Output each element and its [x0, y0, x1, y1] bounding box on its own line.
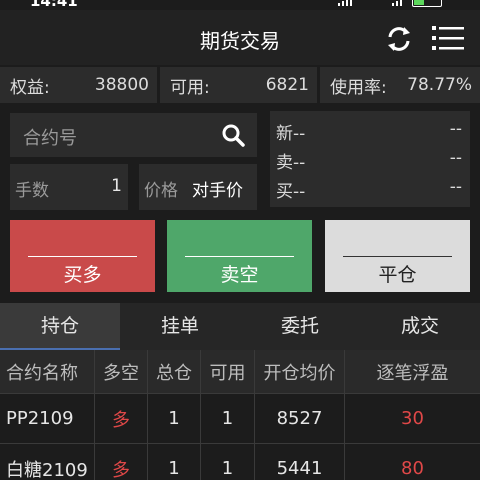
direction: 多 [95, 444, 148, 480]
price-field[interactable]: 价格 对手价 [139, 164, 257, 210]
usage-value: 78.77% [407, 75, 472, 95]
positions-table: 合约名称 多空 总仓 可用 开仓均价 逐笔浮盈 PP2109 多 1 1 852… [0, 350, 480, 480]
sell-short-label: 卖空 [220, 264, 259, 286]
quote-label: 卖-- [276, 153, 306, 173]
tab-bar: 持仓 挂单 委托 成交 [0, 303, 480, 350]
column-header: 总仓 [148, 350, 201, 393]
available-position: 1 [201, 394, 255, 443]
price-line [343, 256, 452, 257]
usage-label: 使用率: [330, 77, 387, 98]
direction: 多 [95, 394, 148, 443]
refresh-icon[interactable] [384, 24, 414, 54]
tab-orders[interactable]: 委托 [240, 303, 360, 350]
sell-short-button[interactable]: 卖空 [167, 220, 312, 292]
price-line [185, 256, 294, 257]
price-label: 价格 [144, 181, 178, 201]
total-position: 1 [148, 394, 201, 443]
signal-icon-2 [392, 0, 402, 6]
quote-row-last: 新-- -- [276, 119, 466, 144]
available-label: 可用: [170, 77, 210, 98]
equity-value: 38800 [94, 75, 149, 95]
available-position: 1 [201, 444, 255, 480]
buy-long-label: 买多 [63, 264, 102, 286]
quantity-label: 手数 [15, 181, 49, 201]
contract-search-input[interactable]: 合约号 [10, 113, 257, 157]
quote-label: 买-- [276, 182, 306, 202]
quote-value: -- [449, 177, 462, 197]
table-header: 合约名称 多空 总仓 可用 开仓均价 逐笔浮盈 [0, 350, 480, 394]
close-position-label: 平仓 [378, 264, 417, 286]
avg-open-price: 8527 [255, 394, 345, 443]
total-position: 1 [148, 444, 201, 480]
column-header: 开仓均价 [255, 350, 345, 393]
status-time: 14:41 [30, 0, 78, 10]
price-line [28, 256, 137, 257]
quote-label: 新-- [276, 124, 306, 144]
quantity-value: 1 [111, 176, 122, 196]
quote-value: -- [449, 119, 462, 139]
quote-row-bid: 买-- -- [276, 177, 466, 202]
tab-pending-orders[interactable]: 挂单 [120, 303, 240, 350]
buy-long-button[interactable]: 买多 [10, 220, 155, 292]
column-header: 逐笔浮盈 [376, 362, 449, 384]
signal-icon [338, 0, 352, 6]
usage-cell: 使用率: 78.77% [320, 67, 480, 103]
quantity-field[interactable]: 手数 1 [10, 164, 128, 210]
table-row[interactable]: PP2109 多 1 1 8527 30 [0, 394, 480, 444]
contract-placeholder: 合约号 [23, 128, 77, 149]
menu-icon[interactable] [432, 24, 464, 52]
battery-icon [412, 0, 442, 7]
equity-label: 权益: [10, 77, 50, 98]
available-value: 6821 [265, 75, 309, 95]
tab-positions[interactable]: 持仓 [0, 303, 120, 350]
available-cell: 可用: 6821 [160, 67, 317, 103]
quote-panel: 新-- -- 卖-- -- 买-- -- [270, 111, 470, 207]
status-bar: 14:41 [0, 0, 480, 10]
title-bar: 期货交易 [0, 10, 480, 65]
floating-pnl: 30 [401, 408, 424, 429]
account-summary: 权益: 38800 可用: 6821 使用率: 78.77% [0, 67, 480, 103]
avg-open-price: 5441 [255, 444, 345, 480]
tab-trades[interactable]: 成交 [360, 303, 480, 350]
price-value: 对手价 [192, 181, 243, 201]
column-header: 可用 [201, 350, 255, 393]
close-position-button[interactable]: 平仓 [325, 220, 470, 292]
contract-name: 白糖2109 [0, 444, 95, 480]
floating-pnl: 80 [401, 458, 424, 479]
search-icon[interactable] [221, 123, 245, 147]
quote-row-ask: 卖-- -- [276, 148, 466, 173]
contract-name: PP2109 [0, 394, 95, 443]
column-header: 多空 [95, 350, 148, 393]
equity-cell: 权益: 38800 [0, 67, 157, 103]
column-header: 合约名称 [0, 350, 95, 393]
order-form: 合约号 手数 1 价格 对手价 [0, 103, 266, 213]
table-row[interactable]: 白糖2109 多 1 1 5441 80 [0, 444, 480, 480]
quote-value: -- [449, 148, 462, 168]
trade-actions: 买多 卖空 平仓 [0, 220, 480, 292]
